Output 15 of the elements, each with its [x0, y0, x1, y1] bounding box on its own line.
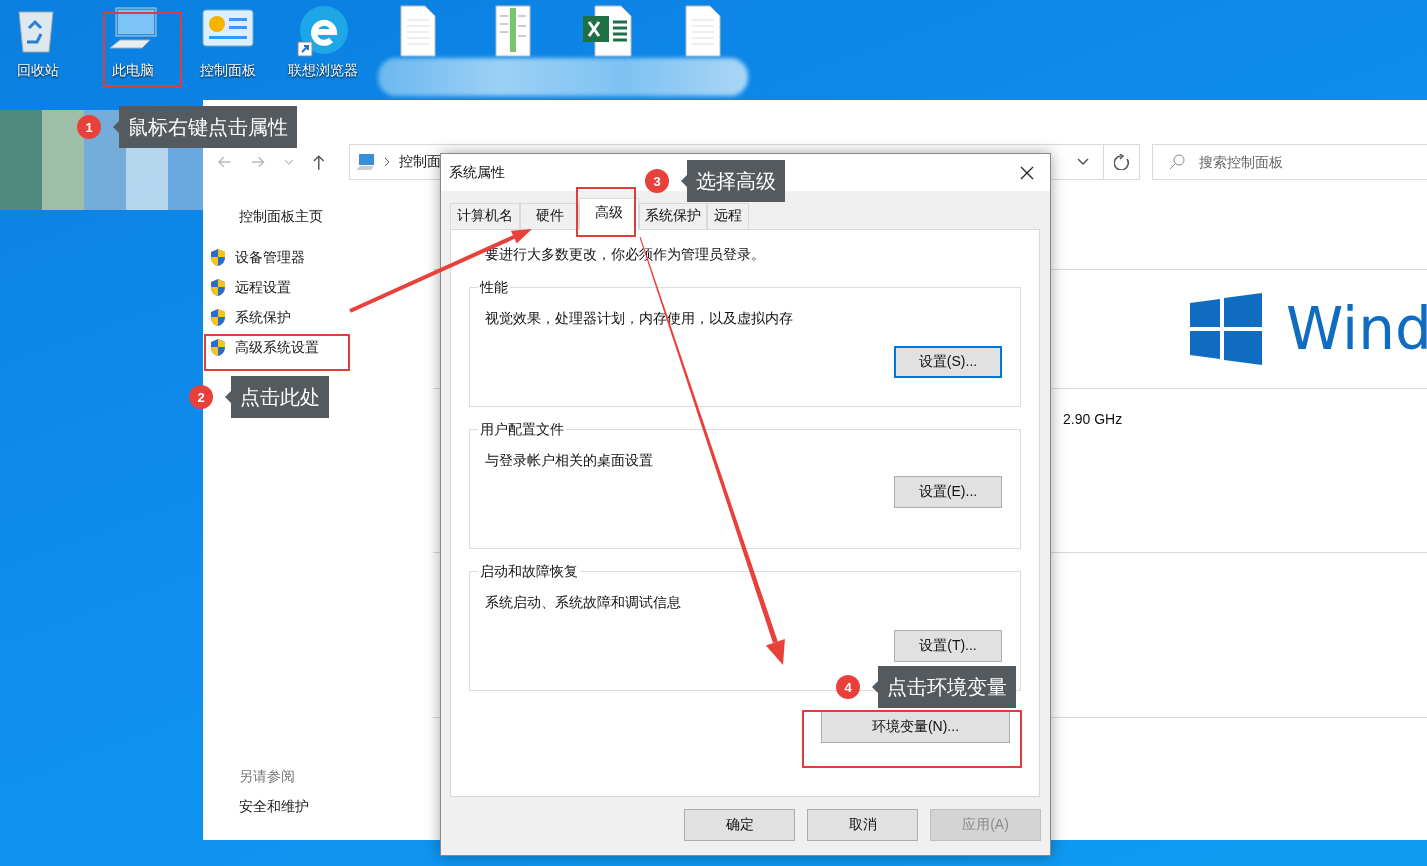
section-heading: 另请参阅 [238, 768, 296, 786]
group-title: 用户配置文件 [478, 421, 566, 439]
group-title: 性能 [478, 279, 510, 297]
dialog-title: 系统属性 [449, 163, 505, 182]
callout-label: 点击环境变量 [878, 666, 1016, 708]
callout-label: 点击此处 [231, 376, 329, 418]
group-description: 与登录帐户相关的桌面设置 [485, 452, 654, 470]
logo-text: Wind [1286, 295, 1427, 363]
step-number-badge: 2 [189, 385, 213, 409]
callout-label: 鼠标右键点击属性 [119, 106, 297, 148]
callout-label: 选择高级 [687, 160, 785, 202]
group-description: 视觉效果，处理器计划，内存使用，以及虚拟内存 [485, 310, 794, 328]
group-title: 启动和故障恢复 [478, 563, 580, 581]
group-description: 系统启动、系统故障和调试信息 [485, 594, 682, 612]
processor-speed: 2.90 GHz [1063, 411, 1123, 427]
